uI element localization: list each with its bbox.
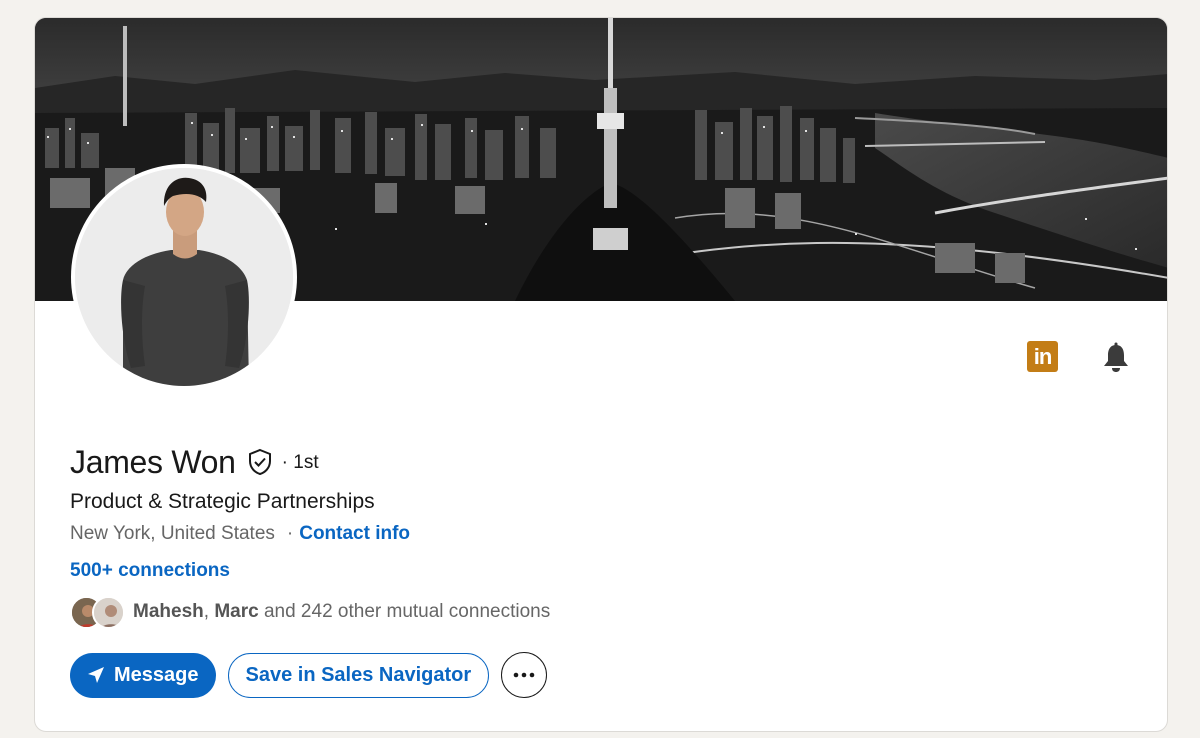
mutual-connections[interactable]: Mahesh, Marc and 242 other mutual connec… [70,594,550,630]
more-button[interactable] [501,652,548,698]
profile-actions: Message Save in Sales Navigator [70,652,548,698]
profile-photo[interactable] [71,164,297,390]
location-row: New York, United States · Contact info [70,523,410,545]
shield-check-icon[interactable] [246,448,274,476]
connection-degree: · 1st [281,452,319,473]
profile-top-actions: in [1025,341,1135,375]
linkedin-logo-icon[interactable]: in [1027,341,1058,372]
mutual-avatars [70,595,128,629]
contact-info-link[interactable]: Contact info [299,523,410,545]
avatar [92,596,125,629]
separator-dot: · [286,523,294,544]
mutual-name: Mahesh [133,601,204,622]
profile-name: James Won [70,443,236,480]
profile-headline: Product & Strategic Partnerships [70,490,375,513]
mutual-rest: and 242 other mutual connections [263,601,551,622]
mutual-connections-text: Mahesh, Marc and 242 other mutual connec… [133,601,550,623]
name-row: James Won · 1st [70,442,319,482]
connections-link[interactable]: 500+ connections [70,560,230,582]
profile-location: New York, United States [70,523,275,544]
send-icon [88,667,104,683]
bell-icon[interactable] [1099,341,1133,375]
message-label: Message [114,663,199,686]
message-button[interactable]: Message [70,652,216,698]
mutual-name: Marc [214,601,259,622]
person-photo-illustration [75,168,293,386]
mutual-separator: , [203,601,210,622]
save-in-sales-navigator-button[interactable]: Save in Sales Navigator [227,652,490,698]
ellipsis-icon [513,672,535,678]
profile-card: in James Won · 1st Product & Strategic P… [34,17,1168,732]
